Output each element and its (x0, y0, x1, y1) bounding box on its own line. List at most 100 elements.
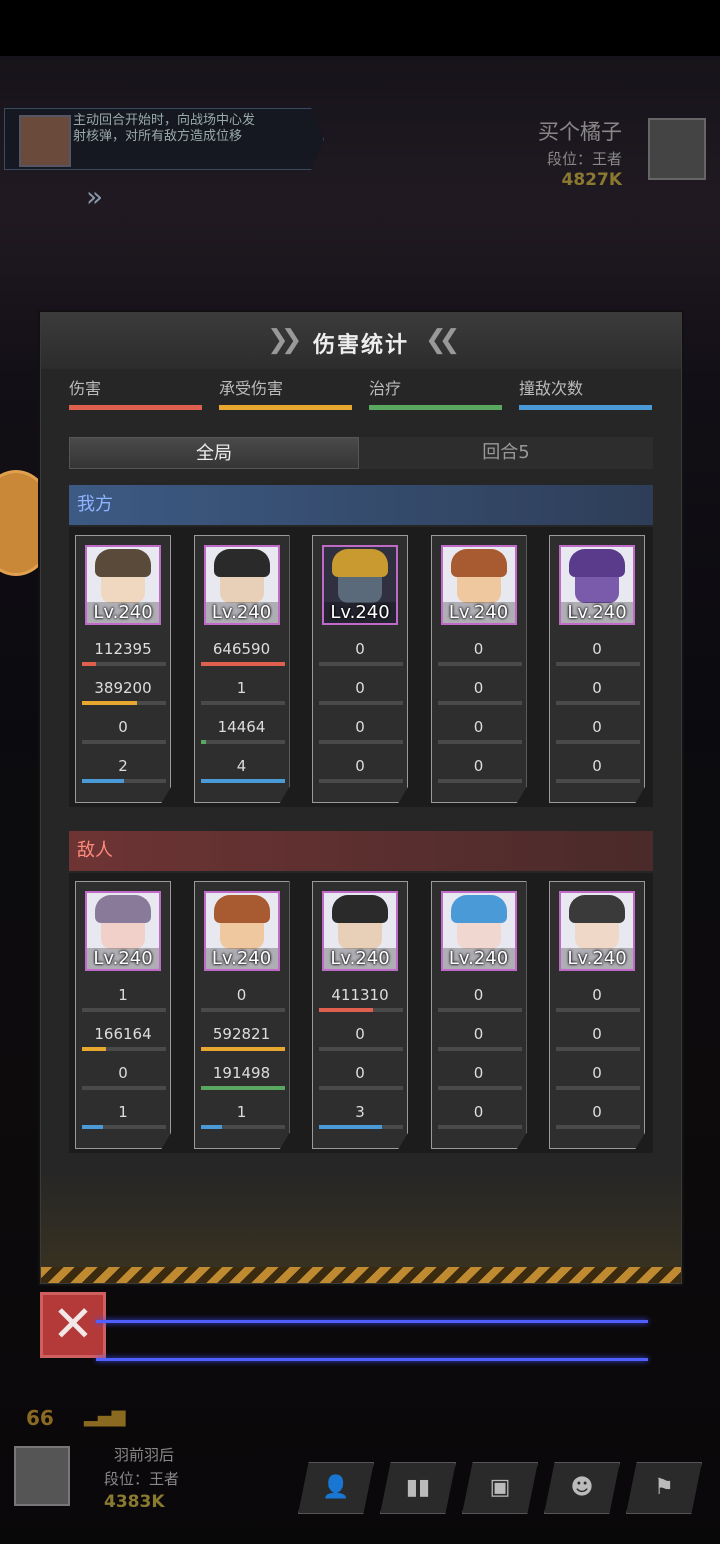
hero-stat-damage: 0 (592, 640, 602, 658)
bag-button[interactable]: ▣ (462, 1462, 538, 1514)
hero-stat-damage-bar (82, 1008, 166, 1012)
hero-stat-hits: 4 (236, 757, 247, 775)
hero-stat-heal: 0 (473, 718, 484, 736)
hero-stat-hits-bar (82, 779, 166, 783)
self-avatar[interactable] (14, 1446, 70, 1506)
hero-stat-damage-bar (200, 1008, 285, 1012)
skill-info-box: 主动回合开始时，向战场中心发射核弹，对所有敌方造成位移 (4, 108, 324, 170)
hero-stat-taken: 1 (236, 679, 247, 697)
enemy-section-header: 敌人 (69, 831, 653, 871)
chevron-left-icon: ❮❮ (425, 325, 460, 355)
friends-button[interactable]: 👤 (298, 1462, 374, 1514)
hero-stat-heal: 191498 (212, 1064, 271, 1082)
hero-hair (213, 549, 270, 577)
hero-portrait: Lv.240 (559, 545, 635, 625)
enemy-hero-card[interactable]: Lv.240 0 0 0 0 (430, 881, 527, 1149)
hero-stat-hits: 1 (236, 1103, 247, 1121)
hero-level: Lv.240 (324, 602, 396, 623)
hero-level: Lv.240 (87, 602, 159, 623)
hero-stat-taken-bar (200, 701, 285, 705)
hero-stat-damage-fill (82, 662, 97, 666)
legend-hits-bar (519, 405, 652, 410)
hero-stat-heal: 0 (473, 1064, 484, 1082)
legend-heal-bar (369, 405, 502, 410)
hero-stat-hits-bar (319, 1125, 403, 1129)
emote-button[interactable]: ☻ (544, 1462, 620, 1514)
hero-stat-damage-bar (319, 1008, 403, 1012)
legend-heal: 治疗 (369, 375, 502, 410)
close-button[interactable]: ✕ (40, 1292, 106, 1358)
hero-stat-taken: 0 (473, 1025, 484, 1043)
ally-hero-card[interactable]: Lv.240 0 0 0 0 (549, 535, 645, 803)
tab-round[interactable]: 回合5 (361, 437, 651, 469)
hero-stat-damage: 411310 (331, 986, 389, 1004)
hero-stat-hits: 0 (592, 757, 602, 775)
legend-taken: 承受伤害 (219, 375, 352, 410)
tab-overall[interactable]: 全局 (69, 437, 359, 469)
hero-stat-taken: 0 (355, 679, 365, 697)
hero-hair (332, 895, 388, 923)
enemy-hero-card[interactable]: Lv.240 411310 0 0 3 (312, 881, 408, 1149)
opponent-name: 买个橘子 (538, 120, 622, 144)
hero-portrait: Lv.240 (85, 545, 161, 625)
ally-hero-card[interactable]: Lv.240 112395 389200 0 2 (75, 535, 171, 803)
hero-level: Lv.240 (442, 948, 515, 969)
self-power: 4383K (104, 1492, 165, 1512)
ally-section-header: 我方 (69, 485, 653, 525)
hero-hair (450, 895, 507, 923)
ally-hero-card[interactable]: Lv.240 646590 1 14464 4 (193, 535, 290, 803)
hero-stat-hits: 0 (355, 757, 365, 775)
hero-hair (95, 895, 151, 923)
legend-taken-label: 承受伤害 (219, 379, 284, 398)
double-chevron-icon: » (86, 180, 104, 213)
hero-stat-damage: 646590 (212, 640, 271, 658)
hero-stat-damage: 0 (473, 640, 484, 658)
hero-stat-hits: 1 (118, 1103, 128, 1121)
hero-portrait: Lv.240 (322, 545, 398, 625)
legend-damage: 伤害 (69, 375, 202, 410)
legend-heal-label: 治疗 (369, 379, 402, 398)
flag-button[interactable]: ⚑ (626, 1462, 702, 1514)
hero-stat-hits-fill (200, 1125, 222, 1129)
hero-level: Lv.240 (205, 948, 278, 969)
hero-stat-heal-bar (319, 1086, 403, 1090)
enemy-hero-card[interactable]: Lv.240 0 0 0 0 (549, 881, 645, 1149)
opponent-avatar[interactable] (648, 118, 706, 180)
enemy-hero-card[interactable]: Lv.240 1 166164 0 1 (75, 881, 171, 1149)
hero-stat-taken-fill (82, 701, 138, 705)
enemy-card-group: Lv.240 1 166164 0 1 Lv.240 0 592821 191498 1 Lv.24… (69, 873, 653, 1153)
hero-stat-taken-bar (82, 701, 166, 705)
hero-portrait: Lv.240 (559, 891, 635, 971)
ally-hero-card[interactable]: Lv.240 0 0 0 0 (312, 535, 408, 803)
hero-stat-taken: 0 (592, 679, 602, 697)
hero-stat-heal-bar (82, 1086, 166, 1090)
hero-stat-hits: 3 (355, 1103, 365, 1121)
hero-stat-hits-bar (200, 779, 285, 783)
hero-stat-taken: 166164 (94, 1025, 152, 1043)
hero-portrait: Lv.240 (203, 545, 280, 625)
hero-stat-damage-bar (437, 662, 522, 666)
hero-stat-hits-fill (319, 1125, 382, 1129)
hero-stat-taken-bar (437, 1047, 522, 1051)
hero-stat-heal: 0 (592, 1064, 602, 1082)
hero-stat-heal: 0 (118, 718, 128, 736)
hazard-stripe (41, 1267, 681, 1283)
hero-stat-damage: 1 (118, 986, 128, 1004)
hero-stat-heal-bar (437, 1086, 522, 1090)
hero-level: Lv.240 (561, 602, 633, 623)
hero-stat-taken-bar (319, 701, 403, 705)
hero-portrait: Lv.240 (203, 891, 280, 971)
stats-button[interactable]: ▮▮ (380, 1462, 456, 1514)
hero-stat-damage-bar (556, 662, 640, 666)
hero-stat-taken-bar (556, 701, 640, 705)
friends-icon: 👤 (322, 1475, 350, 1500)
hero-stat-taken: 592821 (212, 1025, 271, 1043)
hero-hair (569, 895, 625, 923)
hero-stat-heal-bar (556, 740, 640, 744)
hero-stat-hits-bar (200, 1125, 285, 1129)
hero-stat-hits-bar (556, 1125, 640, 1129)
hero-portrait: Lv.240 (440, 891, 517, 971)
enemy-hero-card[interactable]: Lv.240 0 592821 191498 1 (193, 881, 290, 1149)
skill-hero-avatar (19, 115, 71, 167)
ally-hero-card[interactable]: Lv.240 0 0 0 0 (430, 535, 527, 803)
